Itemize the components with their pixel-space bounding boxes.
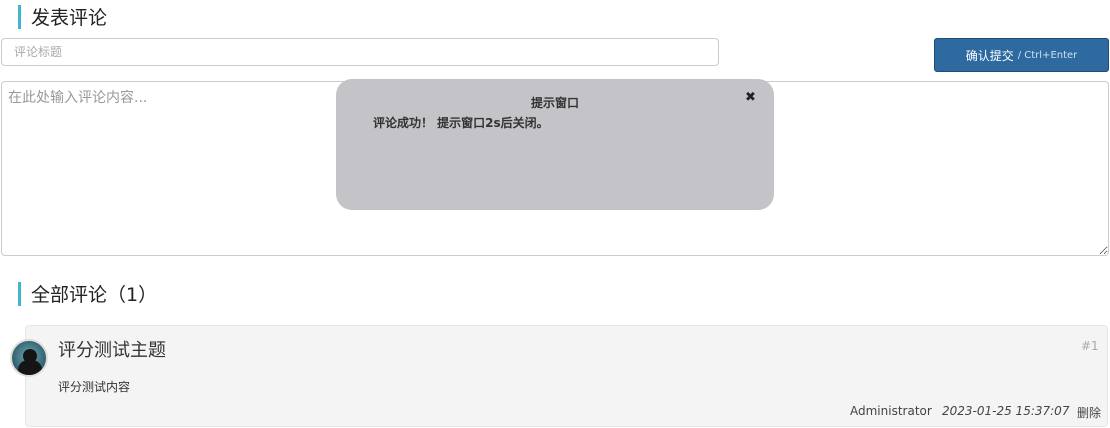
comment-date: 2023-01-25 15:37:07 bbox=[942, 404, 1070, 418]
avatar-figure-body bbox=[18, 360, 42, 375]
submit-button-label: 确认提交 bbox=[965, 48, 1014, 63]
popup-message: 评论成功！ 提示窗口2s后关闭。 bbox=[373, 116, 549, 130]
submit-button[interactable]: 确认提交 / Ctrl+Enter bbox=[934, 38, 1109, 72]
comment-number: #1 bbox=[1081, 339, 1099, 353]
comment-body: 评分测试内容 bbox=[58, 380, 131, 394]
notification-popup: 提示窗口 ✖ 评论成功！ 提示窗口2s后关闭。 bbox=[336, 79, 774, 210]
comment-title: 评分测试主题 bbox=[58, 340, 166, 361]
heading-accent-bar bbox=[18, 4, 21, 29]
submit-shortcut-hint: / Ctrl+Enter bbox=[1017, 49, 1078, 61]
avatar[interactable] bbox=[10, 339, 48, 377]
all-comments-heading: 全部评论（1） bbox=[18, 280, 157, 307]
post-comment-title: 发表评论 bbox=[31, 7, 108, 29]
comment-author[interactable]: Administrator bbox=[850, 404, 932, 418]
comment-title-input[interactable] bbox=[1, 38, 719, 66]
delete-comment-link[interactable]: 删除 bbox=[1077, 404, 1101, 421]
popup-title: 提示窗口 bbox=[530, 96, 579, 110]
close-icon[interactable]: ✖ bbox=[745, 90, 756, 105]
all-comments-title: 全部评论（1） bbox=[31, 284, 158, 306]
post-comment-heading: 发表评论 bbox=[18, 3, 107, 30]
heading-accent-bar bbox=[18, 281, 21, 306]
